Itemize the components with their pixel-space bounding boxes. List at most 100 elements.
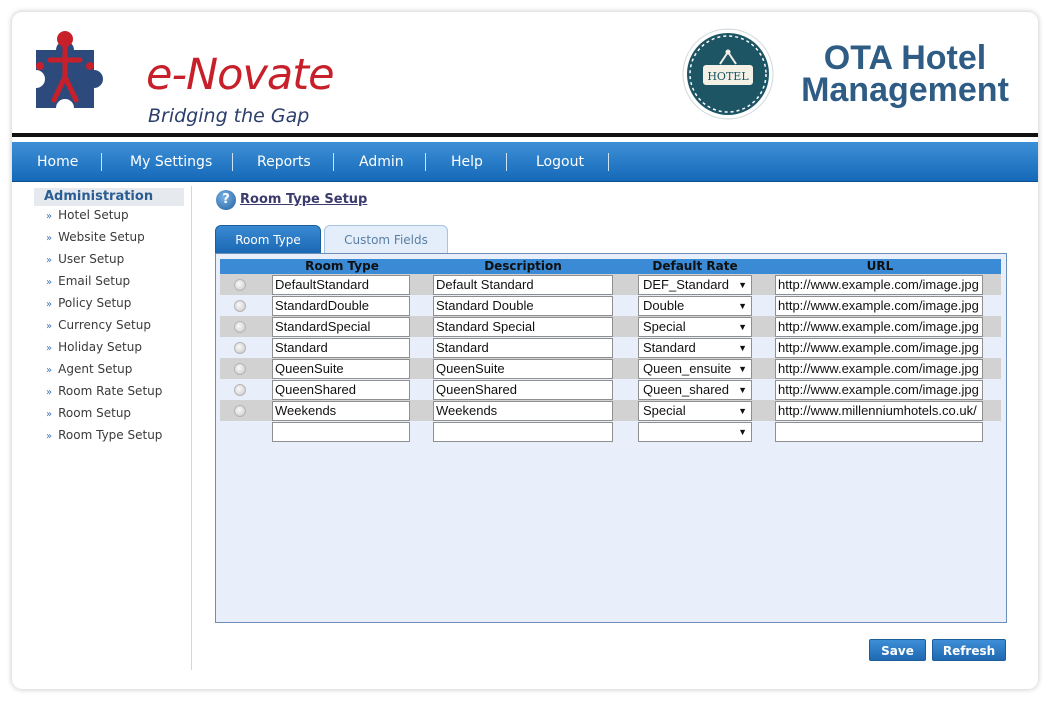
nav-admin[interactable]: Admin [359,142,404,182]
room-type-input[interactable] [272,422,410,442]
dropdown-arrow-icon: ▼ [738,406,747,416]
sidebar-item-user-setup[interactable]: » User Setup [46,250,124,268]
room-type-input[interactable]: DefaultStandard [272,275,410,295]
row-select-radio[interactable] [234,405,246,417]
sidebar-item-website-setup[interactable]: » Website Setup [46,228,145,246]
url-input[interactable]: http://www.millenniumhotels.co.uk/ [775,401,983,421]
sidebar-item-label: Website Setup [58,230,145,244]
table-row: StandardSpecial Standard Special Special… [220,316,1001,337]
room-type-input[interactable]: QueenSuite [272,359,410,379]
double-chevron-icon: » [46,365,53,376]
room-type-input[interactable]: StandardDouble [272,296,410,316]
room-type-input[interactable]: QueenShared [272,380,410,400]
dropdown-arrow-icon: ▼ [738,343,747,353]
sidebar-item-label: Hotel Setup [58,208,129,222]
sidebar-item-email-setup[interactable]: » Email Setup [46,272,130,290]
default-rate-value: Special [643,319,686,334]
sidebar-item-hotel-setup[interactable]: » Hotel Setup [46,206,129,224]
sidebar-item-agent-setup[interactable]: » Agent Setup [46,360,132,378]
description-input[interactable]: QueenSuite [433,359,613,379]
default-rate-select[interactable]: Queen_ensuite ▼ [638,359,752,379]
url-input[interactable]: http://www.example.com/image.jpg [775,338,983,358]
header-divider [12,133,1038,137]
help-icon[interactable]: ? [216,190,236,210]
default-rate-select[interactable]: ▼ [638,422,752,442]
page-title[interactable]: Room Type Setup [240,192,367,207]
default-rate-value: Queen_ensuite [643,361,732,376]
nav-separator [608,153,609,171]
sidebar-item-policy-setup[interactable]: » Policy Setup [46,294,131,312]
description-input[interactable]: Default Standard [433,275,613,295]
sidebar-item-currency-setup[interactable]: » Currency Setup [46,316,151,334]
row-select-radio[interactable] [234,342,246,354]
default-rate-select[interactable]: Special ▼ [638,401,752,421]
room-type-input[interactable]: Weekends [272,401,410,421]
default-rate-select[interactable]: Queen_shared ▼ [638,380,752,400]
dropdown-arrow-icon: ▼ [738,322,747,332]
default-rate-value: Queen_shared [643,382,730,397]
column-header-url: URL [866,259,894,273]
default-rate-select[interactable]: DEF_Standard ▼ [638,275,752,295]
row-select-radio[interactable] [234,363,246,375]
url-input[interactable]: http://www.example.com/image.jpg [775,275,983,295]
row-select-radio[interactable] [234,279,246,291]
badge-text: HOTEL [707,70,749,83]
url-input[interactable]: http://www.example.com/image.jpg [775,317,983,337]
double-chevron-icon: » [46,409,53,420]
double-chevron-icon: » [46,211,53,222]
save-button[interactable]: Save [869,639,926,661]
default-rate-select[interactable]: Special ▼ [638,317,752,337]
description-input[interactable]: Standard [433,338,613,358]
sidebar-item-holiday-setup[interactable]: » Holiday Setup [46,338,142,356]
room-type-input[interactable]: Standard [272,338,410,358]
double-chevron-icon: » [46,321,53,332]
url-input[interactable] [775,422,983,442]
brand-name: e-Novate [146,50,335,100]
url-input[interactable]: http://www.example.com/image.jpg [775,359,983,379]
description-input[interactable] [433,422,613,442]
description-input[interactable]: Weekends [433,401,613,421]
nav-logout[interactable]: Logout [536,142,584,182]
url-input[interactable]: http://www.example.com/image.jpg [775,296,983,316]
tab-room-type[interactable]: Room Type [215,225,321,254]
default-rate-select[interactable]: Double ▼ [638,296,752,316]
sidebar-item-room-type-setup[interactable]: » Room Type Setup [46,426,162,444]
sidebar-item-label: Room Type Setup [58,428,163,442]
row-select-radio[interactable] [234,321,246,333]
double-chevron-icon: » [46,255,53,266]
sidebar-item-label: Currency Setup [58,318,151,332]
sidebar-item-room-setup[interactable]: » Room Setup [46,404,131,422]
table-row: DefaultStandard Default Standard DEF_Sta… [220,274,1001,295]
sidebar-heading: Administration [34,188,184,206]
table-row: QueenSuite QueenSuite Queen_ensuite ▼ htt… [220,358,1001,379]
nav-home[interactable]: Home [37,142,78,182]
hotel-badge-icon: HOTEL [682,28,774,120]
product-title-line2: Management [801,71,1009,109]
sidebar-item-label: Room Rate Setup [58,384,163,398]
description-input[interactable]: Standard Special [433,317,613,337]
double-chevron-icon: » [46,343,53,354]
row-select-radio[interactable] [234,300,246,312]
description-input[interactable]: QueenShared [433,380,613,400]
column-header-room-type: Room Type [305,259,379,273]
nav-reports[interactable]: Reports [257,142,311,182]
puzzle-person-icon [36,31,103,108]
double-chevron-icon: » [46,277,53,288]
brand-tagline: Bridging the Gap [148,105,310,127]
nav-separator [425,153,426,171]
url-input[interactable]: http://www.example.com/image.jpg [775,380,983,400]
default-rate-select[interactable]: Standard ▼ [638,338,752,358]
product-title: OTA Hotel Management [780,41,1030,109]
tab-custom-fields[interactable]: Custom Fields [324,225,448,254]
sidebar-item-room-rate-setup[interactable]: » Room Rate Setup [46,382,162,400]
refresh-button[interactable]: Refresh [932,639,1006,661]
nav-help[interactable]: Help [451,142,483,182]
table-row: QueenShared QueenShared Queen_shared ▼ ht… [220,379,1001,400]
description-input[interactable]: Standard Double [433,296,613,316]
nav-my-settings[interactable]: My Settings [130,142,212,182]
sidebar-item-label: Policy Setup [58,296,132,310]
sidebar-item-label: Room Setup [58,406,132,420]
row-select-radio[interactable] [234,384,246,396]
double-chevron-icon: » [46,299,53,310]
room-type-input[interactable]: StandardSpecial [272,317,410,337]
